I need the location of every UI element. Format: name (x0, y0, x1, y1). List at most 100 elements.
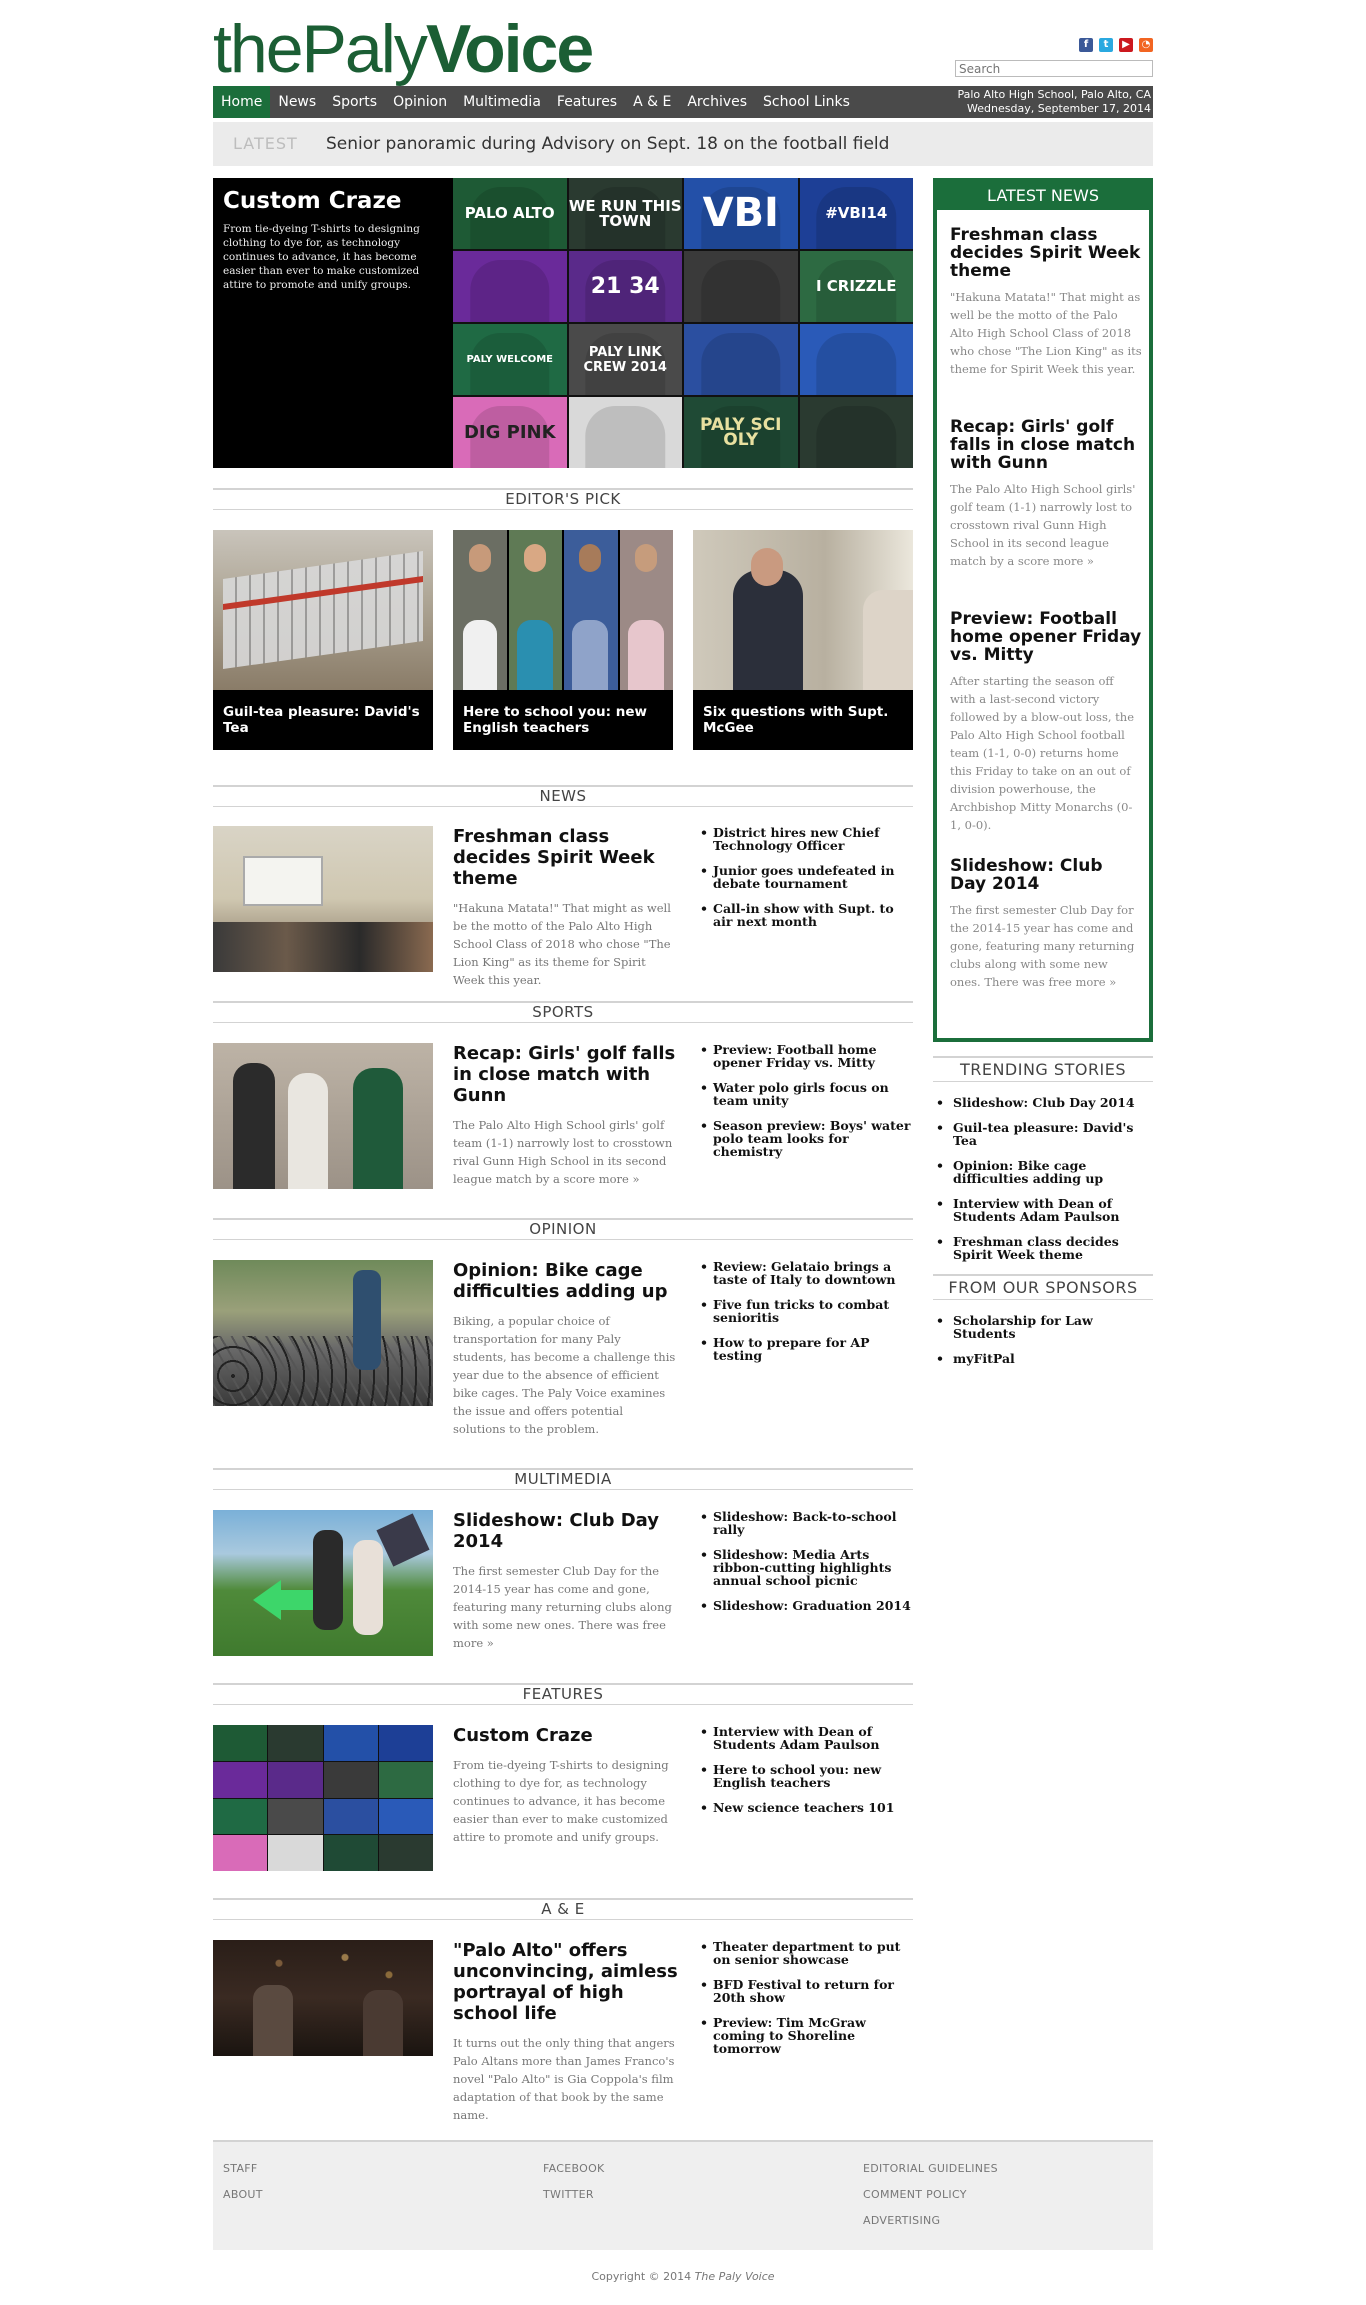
search-input[interactable] (955, 60, 1153, 77)
sports-link[interactable]: Season preview: Boys' water polo team lo… (698, 1119, 913, 1158)
nav-opinion[interactable]: Opinion (385, 86, 455, 118)
footer-link-advertising[interactable]: ADVERTISING (863, 2214, 998, 2227)
nav-home[interactable]: Home (213, 86, 271, 118)
nav-sports[interactable]: Sports (324, 86, 385, 118)
footer-link-staff[interactable]: STAFF (223, 2162, 263, 2175)
multimedia-summary: The first semester Club Day for the 2014… (453, 1564, 672, 1650)
ae-link[interactable]: BFD Festival to return for 20th show (698, 1978, 913, 2004)
footer-link-comment-policy[interactable]: COMMENT POLICY (863, 2188, 998, 2201)
featured-title[interactable]: Custom Craze (223, 188, 443, 214)
ae-title[interactable]: "Palo Alto" offers unconvincing, aimless… (453, 1940, 678, 2024)
multimedia-thumbnail[interactable] (213, 1510, 433, 1656)
pick-image (453, 530, 673, 690)
facebook-icon[interactable]: f (1079, 38, 1093, 52)
features-links: Interview with Dean of Students Adam Pau… (698, 1725, 913, 1826)
features-thumbnail[interactable] (213, 1725, 433, 1871)
pick-caption: Six questions with Supt. McGee (703, 704, 889, 736)
news-thumbnail[interactable] (213, 826, 433, 972)
features-lead: Custom Craze From tie-dyeing T-shirts to… (453, 1725, 678, 1846)
editors-pick-heading: EDITOR'S PICK (213, 488, 913, 510)
news-title[interactable]: Freshman class decides Spirit Week theme (453, 826, 678, 889)
opinion-lead: Opinion: Bike cage difficulties adding u… (453, 1260, 678, 1438)
pick-image (693, 530, 913, 690)
trending-item[interactable]: Slideshow: Club Day 2014 (933, 1096, 1153, 1109)
latest-news-item: Slideshow: Club Day 2014 The first semes… (950, 857, 1142, 991)
opinion-link[interactable]: Five fun tricks to combat senioritis (698, 1298, 913, 1324)
multimedia-link[interactable]: Slideshow: Back-to-school rally (698, 1510, 913, 1536)
nav-archives[interactable]: Archives (679, 86, 755, 118)
featured-image[interactable]: PALO ALTO WE RUN THIS TOWN VBI #VBI14 21… (453, 178, 913, 468)
pick-card[interactable]: Guil-tea pleasure: David's Tea (213, 530, 433, 750)
ae-link[interactable]: Preview: Tim McGraw coming to Shoreline … (698, 2016, 913, 2055)
latest-news-title[interactable]: Freshman class decides Spirit Week theme (950, 226, 1142, 280)
nav-news[interactable]: News (270, 86, 324, 118)
copyright: Copyright © 2014 The Paly Voice (213, 2270, 1153, 2283)
news-link[interactable]: District hires new Chief Technology Offi… (698, 826, 913, 852)
nav-multimedia[interactable]: Multimedia (455, 86, 549, 118)
shirt-tile (568, 397, 682, 468)
features-link[interactable]: Here to school you: new English teachers (698, 1763, 913, 1789)
editors-pick: Guil-tea pleasure: David's Tea Here to s… (213, 530, 913, 750)
sports-thumbnail[interactable] (213, 1043, 433, 1189)
news-link[interactable]: Call-in show with Supt. to air next mont… (698, 902, 913, 928)
news-link[interactable]: Junior goes undefeated in debate tournam… (698, 864, 913, 890)
sponsor-item[interactable]: Scholarship for Law Students (933, 1314, 1153, 1340)
multimedia-lead: Slideshow: Club Day 2014 The first semes… (453, 1510, 678, 1652)
logo-paly: Paly (301, 11, 428, 87)
latest-text[interactable]: Senior panoramic during Advisory on Sept… (326, 134, 889, 154)
twitter-icon[interactable]: t (1099, 38, 1113, 52)
sports-link[interactable]: Preview: Football home opener Friday vs.… (698, 1043, 913, 1069)
featured-text: Custom Craze From tie-dyeing T-shirts to… (223, 188, 443, 292)
ae-lead: "Palo Alto" offers unconvincing, aimless… (453, 1940, 678, 2124)
featured-story[interactable]: Custom Craze From tie-dyeing T-shirts to… (213, 178, 913, 468)
latest-news-summary: After starting the season off with a las… (950, 674, 1134, 832)
youtube-icon[interactable]: ▶ (1119, 38, 1133, 52)
trending-item[interactable]: Interview with Dean of Students Adam Pau… (933, 1197, 1153, 1223)
rss-icon[interactable]: ◔ (1139, 38, 1153, 52)
ae-link[interactable]: Theater department to put on senior show… (698, 1940, 913, 1966)
latest-news-title[interactable]: Preview: Football home opener Friday vs.… (950, 610, 1142, 664)
trending-item[interactable]: Opinion: Bike cage difficulties adding u… (933, 1159, 1153, 1185)
features-link[interactable]: Interview with Dean of Students Adam Pau… (698, 1725, 913, 1751)
shirt-tile (799, 324, 913, 395)
multimedia-link[interactable]: Slideshow: Graduation 2014 (698, 1599, 913, 1612)
footer: STAFF ABOUT FACEBOOK TWITTER EDITORIAL G… (213, 2140, 1153, 2250)
site-logo[interactable]: thePalyVoice (213, 11, 594, 87)
social-links: f t ▶ ◔ (1079, 38, 1153, 52)
latest-label: LATEST (233, 134, 298, 153)
ae-thumbnail[interactable] (213, 1940, 433, 2056)
footer-link-about[interactable]: ABOUT (223, 2188, 263, 2201)
trending-item[interactable]: Guil-tea pleasure: David's Tea (933, 1121, 1153, 1147)
shirt-tile: VBI (684, 178, 798, 249)
footer-link-twitter[interactable]: TWITTER (543, 2188, 605, 2201)
latest-news-title[interactable]: Slideshow: Club Day 2014 (950, 857, 1142, 893)
multimedia-title[interactable]: Slideshow: Club Day 2014 (453, 1510, 678, 1552)
footer-link-editorial-guidelines[interactable]: EDITORIAL GUIDELINES (863, 2162, 998, 2175)
sports-title[interactable]: Recap: Girls' golf falls in close match … (453, 1043, 678, 1106)
pick-card[interactable]: Six questions with Supt. McGee (693, 530, 913, 750)
opinion-link[interactable]: How to prepare for AP testing (698, 1336, 913, 1362)
date-text: Wednesday, September 17, 2014 (967, 102, 1151, 115)
features-title[interactable]: Custom Craze (453, 1725, 678, 1746)
features-link[interactable]: New science teachers 101 (698, 1801, 913, 1814)
multimedia-link[interactable]: Slideshow: Media Arts ribbon-cutting hig… (698, 1548, 913, 1587)
nav-features[interactable]: Features (549, 86, 625, 118)
latest-news-title[interactable]: Recap: Girls' golf falls in close match … (950, 418, 1142, 472)
ae-links: Theater department to put on senior show… (698, 1940, 913, 2067)
opinion-thumbnail[interactable] (213, 1260, 433, 1406)
nav-ae[interactable]: A & E (625, 86, 679, 118)
shirt-tile: WE RUN THIS TOWN (568, 178, 682, 249)
sports-link[interactable]: Water polo girls focus on team unity (698, 1081, 913, 1107)
sponsors-list: Scholarship for Law Students myFitPal (933, 1314, 1153, 1377)
featured-summary: From tie-dyeing T-shirts to designing cl… (223, 223, 420, 291)
footer-link-facebook[interactable]: FACEBOOK (543, 2162, 605, 2175)
pick-card[interactable]: Here to school you: new English teachers (453, 530, 673, 750)
ae-heading: A & E (213, 1898, 913, 1920)
trending-item[interactable]: Freshman class decides Spirit Week theme (933, 1235, 1153, 1261)
sponsor-item[interactable]: myFitPal (933, 1352, 1153, 1365)
nav-school-links[interactable]: School Links (755, 86, 858, 118)
opinion-link[interactable]: Review: Gelataio brings a taste of Italy… (698, 1260, 913, 1286)
pick-caption: Here to school you: new English teachers (463, 704, 647, 736)
shirt-tile: I CRIZZLE (799, 251, 913, 322)
opinion-title[interactable]: Opinion: Bike cage difficulties adding u… (453, 1260, 678, 1302)
